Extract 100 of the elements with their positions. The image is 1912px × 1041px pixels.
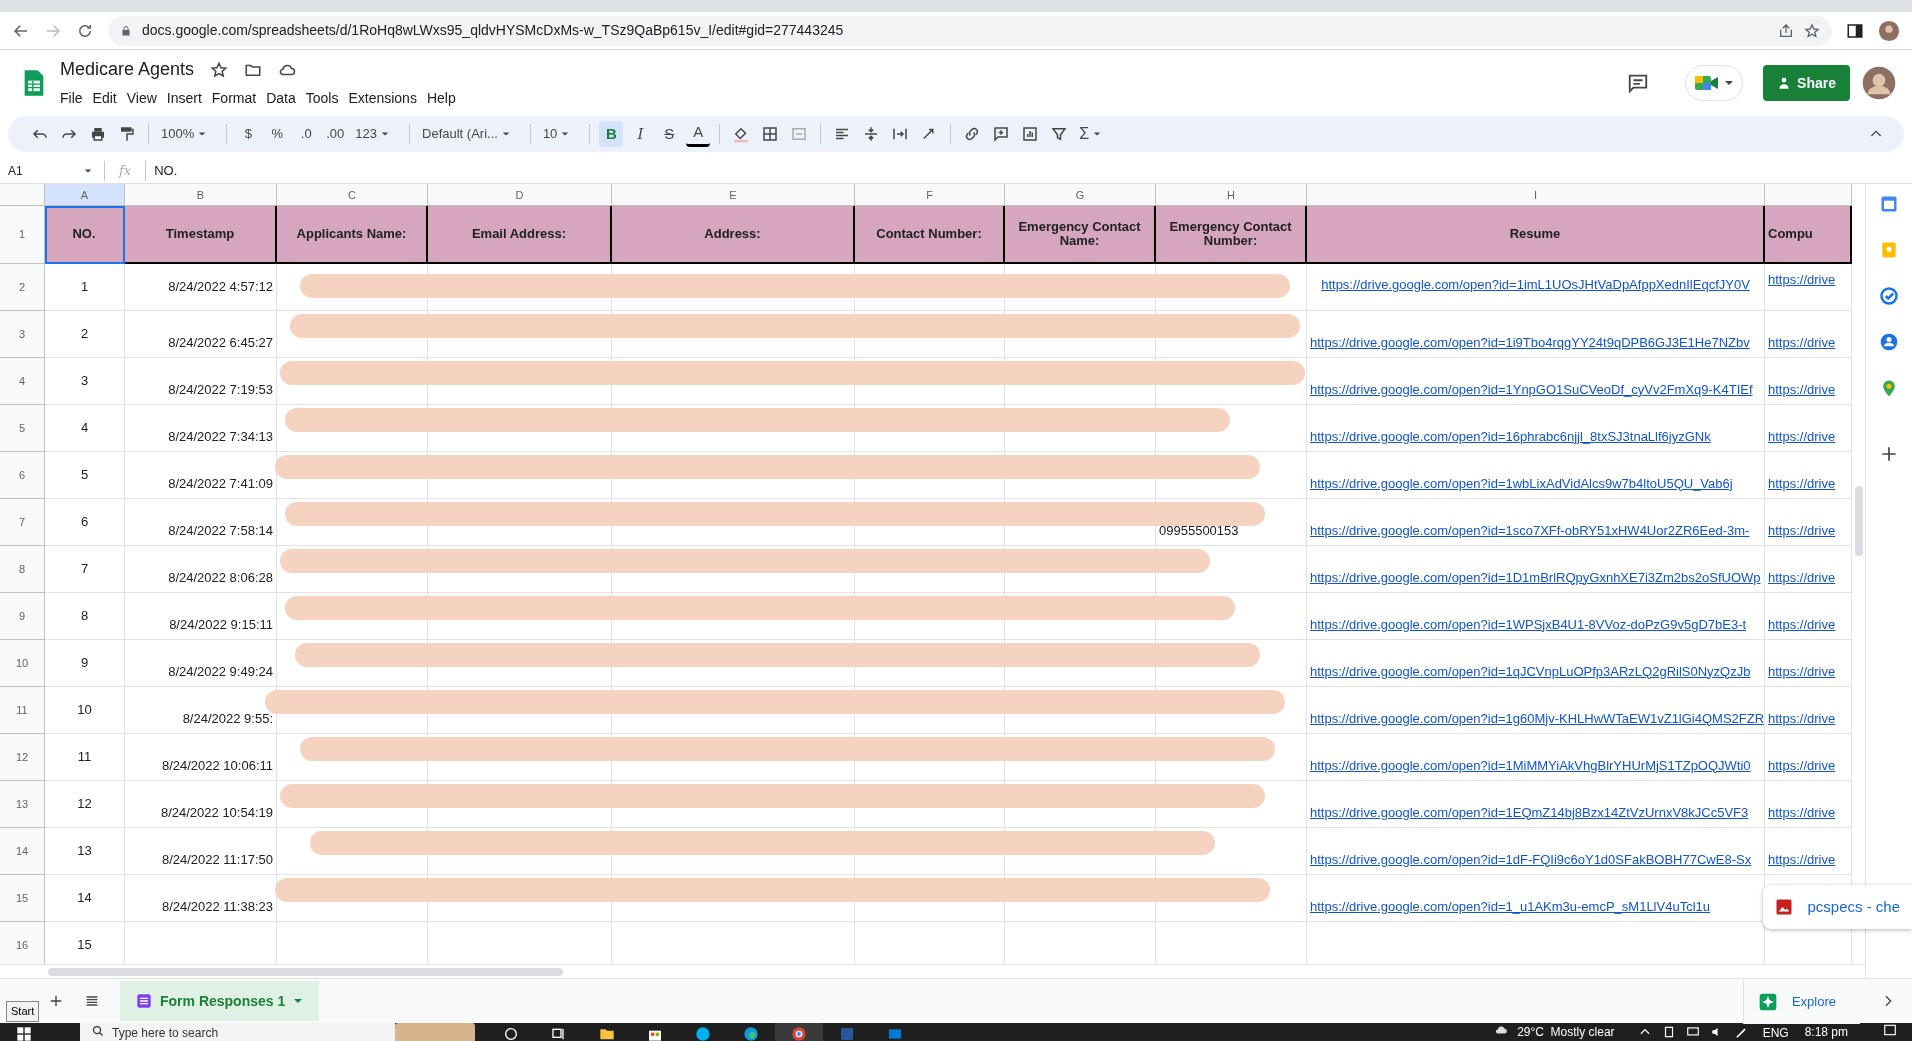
column-header[interactable]: F — [855, 184, 1005, 206]
s-logo-icon[interactable] — [695, 1026, 711, 1041]
paint-roller-icon[interactable] — [118, 125, 136, 143]
taskbar-search-field[interactable]: Type here to search — [80, 1023, 395, 1041]
format-button[interactable]: $ — [236, 121, 261, 147]
column-header[interactable]: B — [125, 184, 277, 206]
search-icon[interactable] — [503, 1026, 519, 1041]
resume-link[interactable]: https://drive.google.com/open?id=1imL1UOsJHtVaDpAfppXednIlEqcfJY0V — [1321, 274, 1750, 295]
comment-icon[interactable] — [1627, 72, 1650, 94]
functions-button[interactable]: Σ — [1076, 121, 1105, 147]
notification-icon[interactable] — [1882, 1023, 1898, 1037]
clock-time[interactable]: 8:18 pm — [1804, 1023, 1848, 1041]
paint-bucket-icon[interactable] — [732, 125, 751, 143]
menu-item[interactable]: Tools — [300, 87, 344, 110]
profile-avatar-icon[interactable] — [1878, 19, 1900, 42]
resume-link[interactable]: https://drive.google.com/open?id=1qJCVnpLuOPfp3ARzLQ2gRilS0NyzQzJb — [1310, 661, 1751, 681]
resume-link[interactable]: https://drive.google.com/open?id=1MiMMYiAkVhgBlrYHUrMjS1TZpOQJWti0 — [1310, 755, 1751, 775]
language-indicator[interactable]: ENG — [1762, 1024, 1789, 1041]
task-view-icon[interactable] — [551, 1026, 567, 1041]
photo-app-icon[interactable] — [887, 1026, 903, 1041]
resume-link[interactable]: https://drive.google.com/open?id=1D1mBrlRQpyGxnhXE7i3Zm2bs2oSfUOWp — [1310, 567, 1761, 587]
drive-link[interactable]: https://drive — [1768, 426, 1836, 446]
format-button[interactable]: .00 — [323, 121, 348, 147]
resume-link[interactable]: https://drive.google.com/open?id=1YnpGO1SuCVeoDf_cyVv2FmXq9-K4TIEf — [1310, 379, 1753, 399]
star-icon[interactable] — [1804, 22, 1820, 39]
format-button[interactable]: I — [628, 121, 653, 147]
resume-link[interactable]: https://drive.google.com/open?id=1WPSjxB4U1-8VVoz-doPzG9v5gD7bE3-t — [1310, 614, 1747, 634]
drive-link[interactable]: https://drive — [1768, 755, 1836, 775]
person-icon[interactable] — [1879, 332, 1899, 352]
checkmark-circle-icon[interactable] — [1879, 286, 1899, 306]
text-color-button[interactable]: A — [686, 121, 711, 147]
dropdown-button[interactable]: Default (Ari... — [419, 121, 513, 147]
address-bar[interactable]: docs.google.com/spreadsheets/d/1RoHq8wLWxs95_qldvHYSMcDxMs-w_TSz9QaBp615v_I/edit#gid=277443245 — [108, 15, 1832, 46]
dropdown-button[interactable]: 10 — [539, 121, 573, 147]
format-button[interactable]: % — [265, 121, 290, 147]
share-button[interactable]: Share — [1763, 65, 1850, 101]
add-comment-icon[interactable] — [992, 125, 1011, 143]
borders-icon[interactable] — [761, 125, 780, 143]
browser-circle-icon[interactable] — [791, 1026, 807, 1041]
calendar-icon[interactable] — [1879, 194, 1899, 214]
plus-icon[interactable] — [1879, 444, 1899, 464]
menu-item[interactable]: Help — [421, 87, 461, 110]
drive-link[interactable]: https://drive — [1768, 379, 1836, 399]
resume-link[interactable]: https://drive.google.com/open?id=1g60Mjv-KHLHwWTaEW1vZ1lGi4QMS2FZR — [1310, 708, 1764, 728]
resume-link[interactable]: https://drive.google.com/open?id=1EQmZ14bj8Bzx14ZtVzUrnxV8kJCc5VF3 — [1310, 802, 1749, 822]
drive-link[interactable]: https://drive — [1768, 520, 1836, 540]
plus-icon[interactable] — [48, 993, 64, 1009]
format-button[interactable]: S — [657, 121, 682, 147]
column-header[interactable]: G — [1005, 184, 1156, 206]
download-notification[interactable]: pcspecs - che — [1763, 885, 1912, 929]
network-icon[interactable] — [1685, 1025, 1700, 1039]
column-header[interactable]: C — [277, 184, 428, 206]
menu-item[interactable]: Extensions — [343, 87, 422, 110]
drive-link[interactable]: https://drive — [1768, 567, 1836, 587]
explore-button[interactable]: Explore — [1742, 979, 1860, 1024]
profile-avatar-icon[interactable] — [1862, 66, 1896, 100]
dropdown-button[interactable]: 100% — [158, 121, 210, 147]
menu-item[interactable]: Format — [206, 87, 262, 110]
resume-link[interactable]: https://drive.google.com/open?id=1dF-FQIi9c6oY1d0SFakBOBH77CwE8-Sx — [1310, 849, 1752, 869]
menu-item[interactable]: Insert — [161, 87, 207, 110]
share-icon[interactable] — [1778, 22, 1794, 39]
menu-item[interactable]: Data — [261, 87, 301, 110]
drive-link[interactable]: https://drive — [1768, 708, 1836, 728]
column-header[interactable]: D — [428, 184, 612, 206]
formula-input[interactable]: NO. — [154, 160, 178, 181]
resume-link[interactable]: https://drive.google.com/open?id=1_u1AKm3u-emcP_sM1LlV4uTcl1u — [1310, 896, 1710, 916]
column-header[interactable]: H — [1156, 184, 1307, 206]
menu-item[interactable]: View — [121, 87, 162, 110]
format-button[interactable]: B — [599, 121, 624, 147]
sheet-tab[interactable]: Form Responses 1 — [120, 981, 320, 1021]
column-header[interactable]: A — [45, 184, 125, 206]
drive-link[interactable]: https://drive — [1768, 332, 1836, 352]
folder-icon[interactable] — [599, 1026, 615, 1041]
merge-cells-icon[interactable] — [790, 125, 809, 143]
menu-item[interactable]: Edit — [87, 87, 122, 110]
side-panel-icon[interactable] — [1846, 21, 1864, 40]
dropdown-button[interactable]: 123 — [352, 121, 393, 147]
drive-link[interactable]: https://drive — [1768, 661, 1836, 681]
resume-link[interactable]: https://drive.google.com/open?id=1i9Tbo4rqgYY24t9qDPB6GJ3E1He7NZbv — [1310, 332, 1750, 352]
windows-logo-icon[interactable] — [16, 1026, 32, 1041]
drive-link[interactable]: https://drive — [1768, 614, 1836, 634]
horizontal-scrollbar[interactable] — [0, 964, 1865, 978]
menu-icon[interactable] — [84, 993, 100, 1009]
column-header[interactable]: E — [612, 184, 855, 206]
print-icon[interactable] — [89, 125, 107, 143]
resume-link[interactable]: https://drive.google.com/open?id=1wbLixAdVidAlcs9w7b4ltoU5QU_Vab6j — [1310, 473, 1733, 493]
star-icon[interactable] — [210, 60, 229, 79]
drive-link[interactable]: https://drive — [1768, 473, 1836, 493]
menu-item[interactable]: File — [55, 87, 88, 110]
column-header[interactable]: I — [1307, 184, 1765, 206]
document-title[interactable]: Medicare Agents — [60, 56, 195, 83]
browser-swirl-icon[interactable] — [743, 1026, 759, 1041]
chart-icon[interactable] — [1021, 125, 1040, 143]
drive-link[interactable]: https://drive — [1768, 270, 1836, 290]
name-box[interactable]: A1 — [0, 161, 100, 180]
filter-icon[interactable] — [1050, 125, 1069, 143]
resume-link[interactable]: https://drive.google.com/open?id=16phrabc6njjl_8txSJ3tnaLlf6jyzGNk — [1310, 426, 1711, 446]
drive-link[interactable]: https://drive — [1768, 849, 1836, 869]
resume-link[interactable]: https://drive.google.com/open?id=1sco7XFf-obRY51xHW4Uor2ZR6Eed-3m- — [1310, 520, 1750, 540]
format-button[interactable]: .0 — [294, 121, 319, 147]
